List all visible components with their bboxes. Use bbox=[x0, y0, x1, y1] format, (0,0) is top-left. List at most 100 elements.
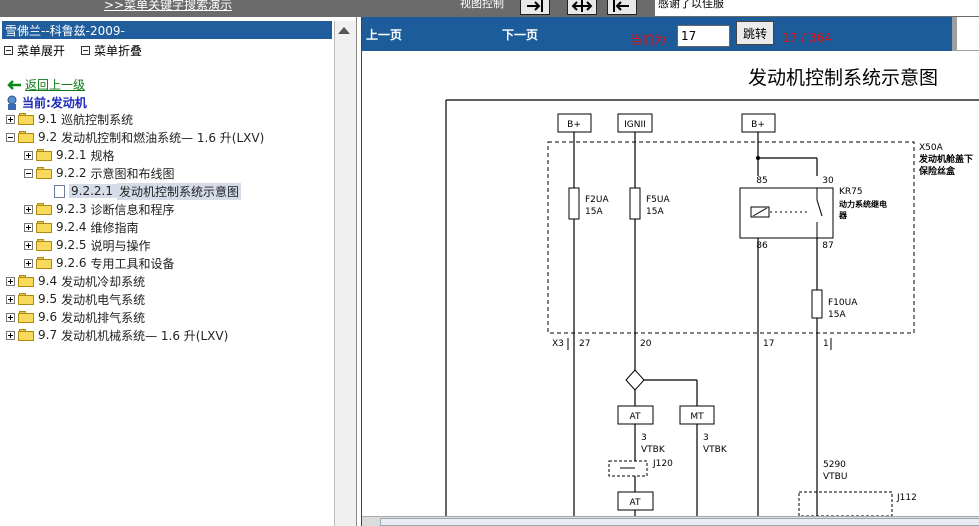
menu-collapse-button[interactable]: 菜单折叠 bbox=[94, 42, 142, 59]
fuse-box-name-1: 发动机舱盖下 bbox=[918, 153, 973, 165]
tree-item-text[interactable]: 诊断信息和程序 bbox=[91, 201, 175, 218]
tree-item-label[interactable]: 9.2 bbox=[38, 130, 57, 144]
at-label-1: AT bbox=[630, 412, 641, 422]
view-fit-button[interactable] bbox=[520, 0, 550, 15]
tree-item-label[interactable]: 9.5 bbox=[38, 292, 57, 306]
collapse-icon[interactable] bbox=[6, 132, 15, 142]
view-stretch-button[interactable] bbox=[567, 0, 597, 15]
tree-item-text[interactable]: 专用工具和设备 bbox=[91, 255, 175, 272]
tree-item-text[interactable]: 规格 bbox=[91, 147, 115, 164]
tree-item[interactable]: 9.2.6 专用工具和设备 bbox=[24, 254, 175, 272]
expand-icon[interactable] bbox=[24, 204, 33, 214]
fuse-f5ua bbox=[629, 187, 641, 220]
back-up-level[interactable]: 返回上一级 bbox=[6, 76, 85, 93]
tree-item-label[interactable]: 9.2.3 bbox=[56, 202, 87, 216]
fuse-f2ua-label: F2UA bbox=[585, 195, 609, 205]
tree-item[interactable]: 9.2.4 维修指南 bbox=[24, 218, 139, 236]
page-navbar: 上一页 下一页 当前为 跳转 17 / 364 bbox=[362, 17, 979, 51]
sidebar-title: 雪佛兰--科鲁兹-2009- bbox=[2, 21, 332, 39]
current-location-label: 当前:发动机 bbox=[22, 96, 87, 110]
collapse-icon[interactable] bbox=[24, 168, 33, 178]
menu-expand-button[interactable]: 菜单展开 菜单折叠 bbox=[4, 42, 142, 59]
next-page-link[interactable]: 下一页 bbox=[502, 26, 538, 43]
tree-item-label[interactable]: 9.2.4 bbox=[56, 220, 87, 234]
x3-label: X3 bbox=[552, 339, 564, 349]
tree-item-text[interactable]: 示意图和布线图 bbox=[91, 165, 175, 182]
expand-icon[interactable] bbox=[6, 312, 15, 322]
tree-item[interactable]: 9.4 发动机冷却系统 bbox=[6, 272, 145, 290]
tree-item-text[interactable]: 发动机排气系统 bbox=[61, 309, 145, 326]
expand-icon[interactable] bbox=[6, 330, 15, 340]
tree-item-label[interactable]: 9.7 bbox=[38, 328, 57, 342]
page-number-input[interactable] bbox=[677, 25, 730, 47]
b-plus-label-1: B+ bbox=[567, 120, 581, 130]
folder-icon bbox=[36, 149, 52, 161]
scrollbar-thumb[interactable] bbox=[380, 518, 979, 526]
tree-item-text[interactable]: 说明与操作 bbox=[91, 237, 151, 254]
tree-item[interactable]: 9.2.5 说明与操作 bbox=[24, 236, 151, 254]
sidebar-scrollbar[interactable] bbox=[334, 21, 356, 526]
expand-icon[interactable] bbox=[24, 150, 33, 160]
expand-icon[interactable] bbox=[24, 258, 33, 268]
relay-pin-87: 87 bbox=[822, 241, 833, 251]
wire-mt-color: VTBK bbox=[703, 445, 728, 455]
current-page-label: 当前为 bbox=[630, 33, 667, 47]
document-viewer: 上一页 下一页 当前为 跳转 17 / 364 发动机控制系统示意图 B+ IG… bbox=[361, 17, 979, 526]
prev-page-link[interactable]: 上一页 bbox=[366, 26, 402, 43]
tree-item[interactable]: 9.1 巡航控制系统 bbox=[6, 110, 133, 128]
sidebar-panel: 雪佛兰--科鲁兹-2009- 菜单展开 菜单折叠 返回上一级 当前:发动机 9.… bbox=[0, 17, 357, 526]
connector-j112 bbox=[798, 491, 893, 516]
tree-item[interactable]: 9.2.1 规格 bbox=[24, 146, 115, 164]
folder-icon bbox=[18, 275, 34, 287]
tree-item-text[interactable]: 巡航控制系统 bbox=[61, 111, 133, 128]
tree-item-text[interactable]: 发动机冷却系统 bbox=[61, 273, 145, 290]
tree-item-label[interactable]: 9.2.2 bbox=[56, 166, 87, 180]
expand-icon[interactable] bbox=[6, 114, 15, 124]
tree-item[interactable]: 9.2.3 诊断信息和程序 bbox=[24, 200, 175, 218]
tree-item[interactable]: 9.5 发动机电气系统 bbox=[6, 290, 145, 308]
expand-icon[interactable] bbox=[6, 294, 15, 304]
folder-icon bbox=[36, 203, 52, 215]
expand-icon[interactable] bbox=[24, 240, 33, 250]
tree-item-text[interactable]: 发动机控制和燃油系统— 1.6 升(LXV) bbox=[61, 129, 264, 146]
scroll-up-icon[interactable] bbox=[338, 27, 350, 34]
tree-item-label[interactable]: 9.2.6 bbox=[56, 256, 87, 270]
keyword-search-demo-link[interactable]: >>菜单关键字搜索演示 bbox=[104, 0, 232, 13]
tree-item[interactable]: 9.2.2 示意图和布线图 bbox=[24, 164, 175, 182]
tree-item-text[interactable]: 维修指南 bbox=[91, 219, 139, 236]
tree-item-text[interactable]: 发动机机械系统— 1.6 升(LXV) bbox=[61, 327, 228, 344]
back-arrow-icon bbox=[7, 79, 21, 90]
menu-expand-label: 菜单展开 bbox=[17, 44, 66, 58]
toolbar-note: 感谢了以佳服 bbox=[655, 0, 979, 16]
mt-label: MT bbox=[690, 412, 704, 422]
collapse-square-icon bbox=[4, 46, 13, 55]
x50a-label: X50A bbox=[919, 143, 944, 153]
wire-5290-color: VTBU bbox=[823, 472, 847, 482]
tree-item-label[interactable]: 9.2.2.1 bbox=[69, 184, 117, 198]
folder-icon bbox=[18, 329, 34, 341]
expand-icon[interactable] bbox=[24, 222, 33, 232]
tree-item-label[interactable]: 9.1 bbox=[38, 112, 57, 126]
view-back-button[interactable] bbox=[607, 0, 637, 15]
tree-item-label[interactable]: 9.2.1 bbox=[56, 148, 87, 162]
wire-5290: 5290 bbox=[823, 460, 846, 470]
tree-item-label[interactable]: 9.2.5 bbox=[56, 238, 87, 252]
expand-icon[interactable] bbox=[6, 276, 15, 286]
viewer-horizontal-scrollbar[interactable] bbox=[362, 516, 979, 526]
tree-item-label[interactable]: 9.6 bbox=[38, 310, 57, 324]
tree-item[interactable]: 9.2 发动机控制和燃油系统— 1.6 升(LXV) bbox=[6, 128, 264, 146]
tree-item[interactable]: 9.6 发动机排气系统 bbox=[6, 308, 145, 326]
option-diamond bbox=[625, 369, 645, 391]
diagram-title: 发动机控制系统示意图 bbox=[748, 67, 938, 89]
folder-icon bbox=[36, 239, 52, 251]
tree-item-text[interactable]: 发动机电气系统 bbox=[61, 291, 145, 308]
j112-label: J112 bbox=[896, 493, 917, 503]
tree-item[interactable]: 9.2.2.1 发动机控制系统示意图 bbox=[42, 182, 241, 200]
back-up-level-link[interactable]: 返回上一级 bbox=[25, 76, 85, 93]
tree-item[interactable]: 9.7 发动机机械系统— 1.6 升(LXV) bbox=[6, 326, 228, 344]
fuse-f5ua-label: F5UA bbox=[646, 195, 670, 205]
jump-button[interactable]: 跳转 bbox=[736, 21, 774, 45]
tree-item-text[interactable]: 发动机控制系统示意图 bbox=[116, 182, 241, 200]
wiring-diagram: 发动机控制系统示意图 B+ IGNII B+ X50A 发动机舱盖下 保险丝盒 … bbox=[362, 52, 979, 516]
tree-item-label[interactable]: 9.4 bbox=[38, 274, 57, 288]
